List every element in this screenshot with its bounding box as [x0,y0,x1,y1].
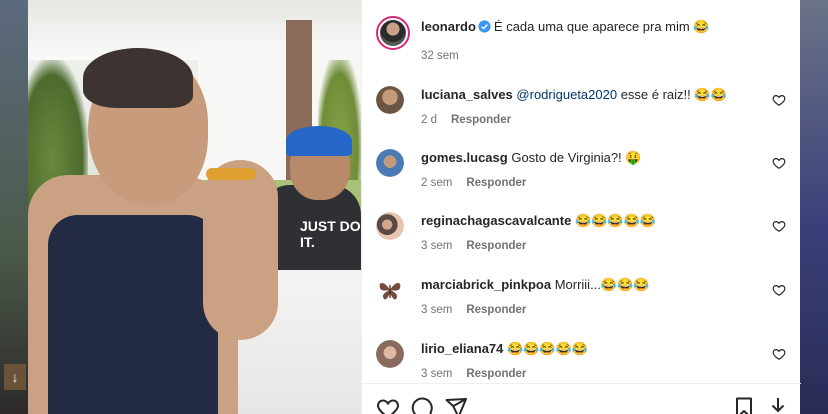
comment-text: lirio_eliana74 😂😂😂😂😂 [421,340,771,358]
heart-outline-icon[interactable] [772,347,786,361]
reply-button[interactable]: Responder [451,114,511,126]
verified-badge-icon [478,20,491,33]
heart-outline-icon[interactable] [772,93,786,107]
comment-body: esse é raiz!! 😂😂 [617,87,727,102]
comment-text: gomes.lucasg Gosto de Virginia?! 🤑 [421,149,771,167]
comment-mention[interactable]: @rodrigueta2020 [516,87,617,102]
heart-outline-icon[interactable] [772,156,786,170]
comment-body: 😂😂😂😂😂 [507,341,588,356]
comment-meta: 3 sem Responder [421,368,526,380]
comment-body: Gosto de Virginia?! 🤑 [511,150,642,165]
commenter-avatar[interactable] [376,212,404,240]
heart-outline-icon[interactable] [772,219,786,233]
comment-body: Morriii...😂😂😂 [554,277,650,292]
author-username[interactable]: leonardo [421,19,476,34]
download-arrow-icon[interactable]: ↓ [4,364,26,390]
commenter-avatar[interactable] [376,86,404,114]
backdrop-left [0,0,28,414]
reply-button[interactable]: Responder [466,304,526,316]
comment-body: 😂😂😂😂😂 [574,213,656,228]
commenter-username[interactable]: lirio_eliana74 [421,341,503,356]
commenter-username[interactable]: luciana_salves [421,87,513,102]
comment-meta: 2 sem Responder [421,177,526,189]
photo-arm [203,160,278,340]
commenter-username[interactable]: reginachagascavalcante [421,213,571,228]
post-photo: JUST DO IT. [28,0,361,414]
backdrop-right [800,0,828,414]
reply-button[interactable]: Responder [466,368,526,380]
comment-time: 3 sem [421,368,453,380]
comment-time: 3 sem [421,240,453,252]
photo-shirt-text: JUST DO IT. [300,218,361,250]
bookmark-icon[interactable] [732,396,756,414]
author-avatar[interactable] [376,16,410,50]
commenter-avatar[interactable] [376,149,404,177]
comment-text: reginachagascavalcante 😂😂😂😂😂 [421,212,771,230]
reply-button[interactable]: Responder [466,240,526,252]
comments-panel: leonardo É cada uma que aparece pra mim 😂… [361,0,801,414]
post-action-bar [362,383,801,414]
photo-blue-cap [286,126,352,156]
heart-outline-icon[interactable] [772,283,786,297]
comment-meta: 2 d Responder [421,114,511,126]
paper-plane-icon[interactable] [444,396,468,414]
commenter-avatar[interactable] [376,340,404,368]
comment-time: 2 d [421,114,437,126]
comment-time: 2 sem [421,177,453,189]
photo-hair [83,48,193,108]
photo-harmonica [206,168,256,180]
caption-text: leonardo É cada uma que aparece pra mim 😂 [421,18,771,36]
caption-time: 32 sem [421,50,459,62]
commenter-username[interactable]: marciabrick_pinkpoa [421,277,551,292]
commenter-avatar[interactable] [376,276,404,304]
commenter-username[interactable]: gomes.lucasg [421,150,508,165]
reply-button[interactable]: Responder [466,177,526,189]
speech-bubble-icon[interactable] [410,396,434,414]
comment-text: marciabrick_pinkpoa Morriii...😂😂😂 [421,276,771,294]
heart-outline-icon[interactable] [376,396,400,414]
download-icon[interactable] [766,396,790,414]
comment-meta: 3 sem Responder [421,304,526,316]
comment-meta: 3 sem Responder [421,240,526,252]
post-modal: JUST DO IT. leonardo É cada uma que apare… [28,0,801,414]
butterfly-avatar-icon [379,283,401,300]
comment-text: luciana_salves @rodrigueta2020 esse é ra… [421,86,771,104]
photo-tank-top [48,215,218,414]
caption-body: É cada uma que aparece pra mim 😂 [493,19,710,34]
comment-time: 3 sem [421,304,453,316]
